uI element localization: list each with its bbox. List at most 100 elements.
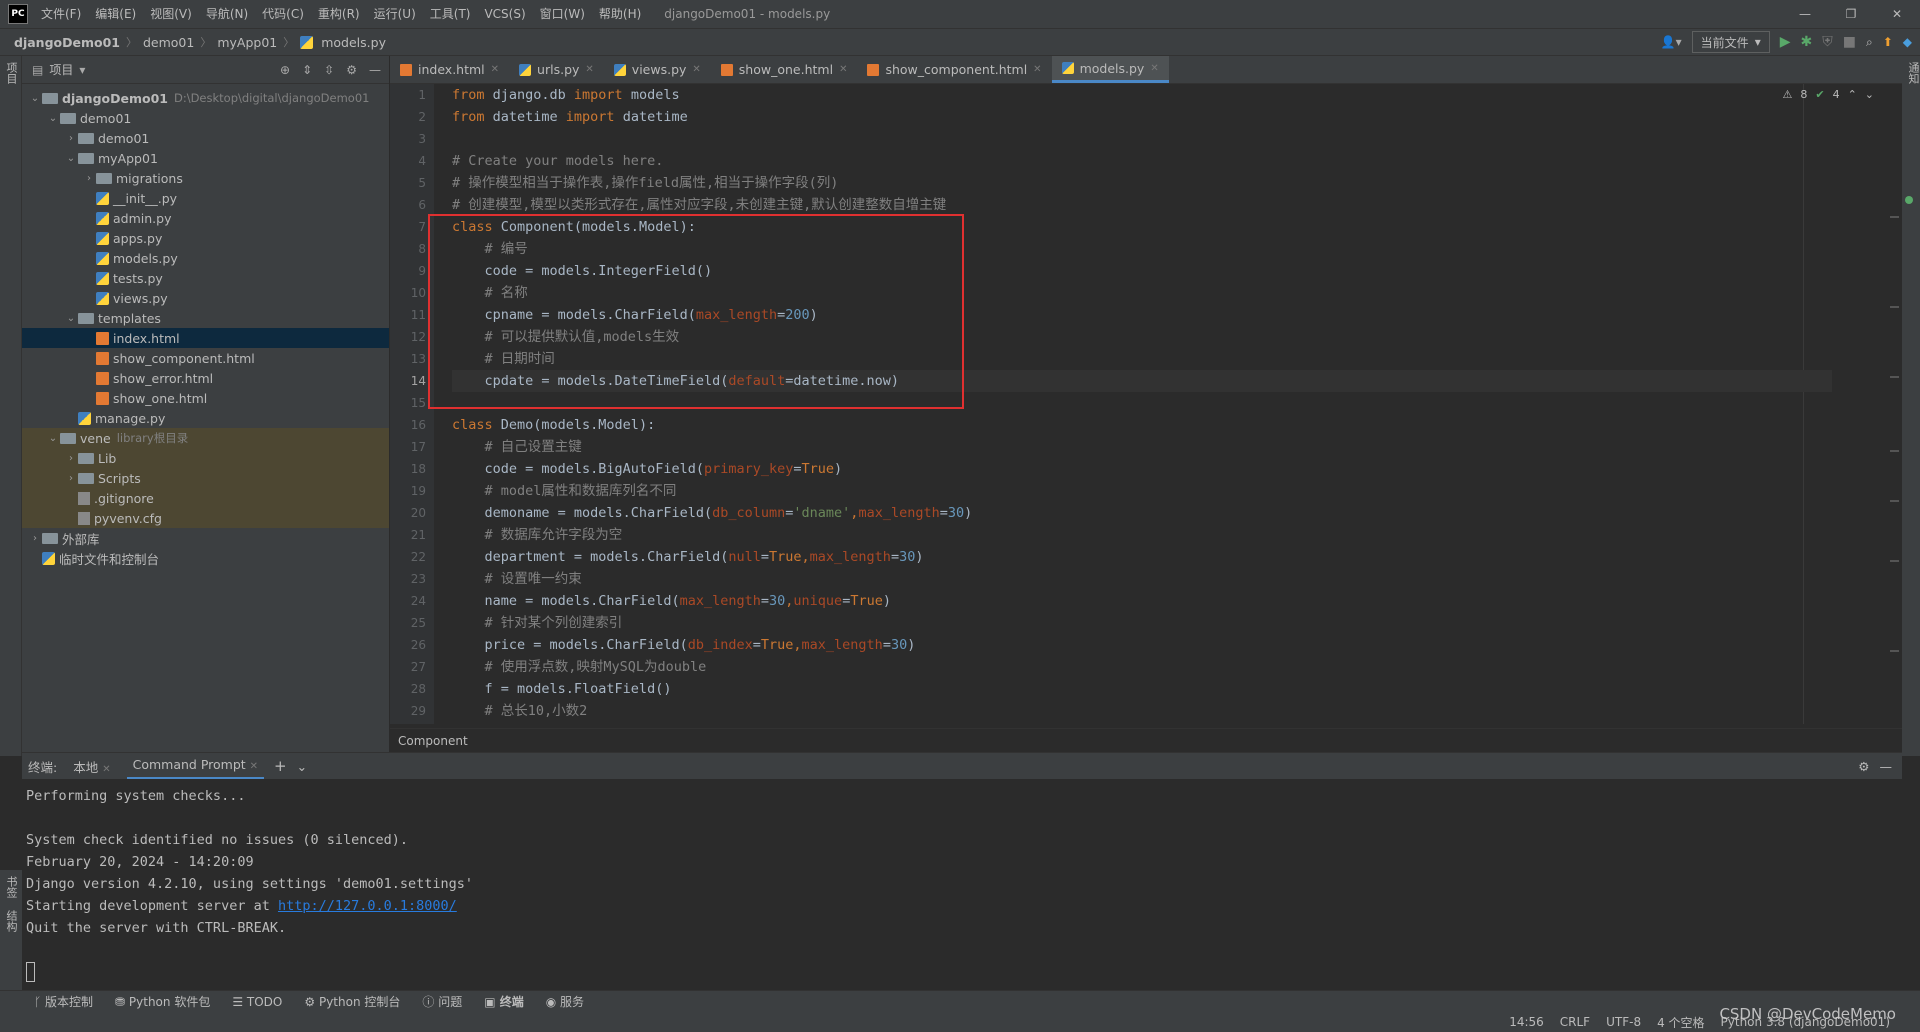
chevron-down-icon[interactable]: ⌄ bbox=[1865, 88, 1874, 101]
editor-tab[interactable]: views.py ✕ bbox=[604, 56, 711, 83]
tree-item[interactable]: ⌄ demo01 bbox=[22, 108, 389, 128]
tree-item[interactable]: apps.py bbox=[22, 228, 389, 248]
indent-setting[interactable]: 4 个空格 bbox=[1657, 1014, 1704, 1031]
tree-item[interactable]: manage.py bbox=[22, 408, 389, 428]
notifications-tool-button[interactable]: 通知 bbox=[1902, 56, 1920, 90]
tree-item[interactable]: ⌄ myApp01 bbox=[22, 148, 389, 168]
debug-icon[interactable]: ✱ bbox=[1801, 34, 1813, 50]
tree-item[interactable]: ⌄ djangoDemo01 D:\Desktop\digital\djangoDe… bbox=[22, 88, 389, 108]
search-icon[interactable]: ⌕ bbox=[1866, 35, 1873, 50]
breadcrumb-file[interactable]: models.py bbox=[317, 35, 390, 50]
menu-item[interactable]: 导航(N) bbox=[199, 0, 255, 28]
restore-icon[interactable]: ❐ bbox=[1828, 0, 1874, 28]
chevron-down-icon[interactable]: ⌄ bbox=[64, 313, 78, 324]
editor-tab[interactable]: urls.py ✕ bbox=[509, 56, 604, 83]
add-terminal-icon[interactable]: + bbox=[274, 757, 287, 775]
tool-window-button[interactable]: ◉ 服务 bbox=[546, 993, 584, 1010]
tree-item[interactable]: pyvenv.cfg bbox=[22, 508, 389, 528]
error-stripe[interactable] bbox=[1888, 90, 1900, 690]
menu-item[interactable]: 视图(V) bbox=[143, 0, 199, 28]
file-encoding[interactable]: UTF-8 bbox=[1606, 1015, 1641, 1029]
tree-item[interactable]: ⌄ templates bbox=[22, 308, 389, 328]
close-icon[interactable]: ✕ bbox=[1874, 0, 1920, 28]
run-icon[interactable]: ▶ bbox=[1780, 34, 1791, 50]
chevron-down-icon[interactable]: ⌄ bbox=[64, 153, 78, 164]
menu-item[interactable]: 文件(F) bbox=[34, 0, 88, 28]
close-icon[interactable]: ✕ bbox=[839, 64, 847, 75]
tree-item[interactable]: show_one.html bbox=[22, 388, 389, 408]
menu-item[interactable]: 重构(R) bbox=[311, 0, 367, 28]
project-panel-title[interactable]: 项目 bbox=[49, 61, 73, 78]
tree-item[interactable]: › migrations bbox=[22, 168, 389, 188]
close-icon[interactable]: ✕ bbox=[1033, 64, 1041, 75]
hide-icon[interactable]: — bbox=[1880, 759, 1893, 774]
menu-item[interactable]: 帮助(H) bbox=[592, 0, 648, 28]
locate-icon[interactable]: ⊕ bbox=[280, 63, 290, 77]
tree-item[interactable]: › Lib bbox=[22, 448, 389, 468]
tool-window-button[interactable]: ᚴ 版本控制 bbox=[34, 993, 93, 1010]
menu-item[interactable]: 工具(T) bbox=[423, 0, 478, 28]
collapse-all-icon[interactable]: ⇳ bbox=[324, 63, 334, 77]
tree-item[interactable]: index.html bbox=[22, 328, 389, 348]
terminal-tab-local[interactable]: 本地 ✕ bbox=[67, 757, 116, 776]
tool-window-button[interactable]: ⓘ 问题 bbox=[422, 993, 462, 1010]
chevron-right-icon[interactable]: › bbox=[64, 473, 78, 484]
terminal-tab-cmd[interactable]: Command Prompt ✕ bbox=[126, 753, 265, 779]
gear-icon[interactable]: ⚙ bbox=[346, 63, 357, 77]
chevron-down-icon[interactable]: ⌄ bbox=[46, 433, 60, 444]
tree-item[interactable]: › Scripts bbox=[22, 468, 389, 488]
expand-all-icon[interactable]: ⇕ bbox=[302, 63, 312, 77]
code-breadcrumb[interactable]: Component bbox=[390, 728, 1902, 752]
breadcrumb-myapp01[interactable]: myApp01 bbox=[213, 35, 281, 50]
menu-item[interactable]: VCS(S) bbox=[477, 0, 532, 28]
close-icon[interactable]: ✕ bbox=[1150, 63, 1158, 74]
breadcrumb-demo01[interactable]: demo01 bbox=[139, 35, 198, 50]
inspection-widget[interactable]: ⚠ 8 ✔ 4 ⌃ ⌄ bbox=[1782, 88, 1874, 101]
update-icon[interactable]: ⬆ bbox=[1883, 35, 1893, 49]
tree-item[interactable]: models.py bbox=[22, 248, 389, 268]
hide-icon[interactable]: — bbox=[369, 63, 381, 77]
jetbrains-icon[interactable]: ◆ bbox=[1903, 35, 1912, 49]
close-icon[interactable]: ✕ bbox=[491, 64, 499, 75]
tree-item[interactable]: › demo01 bbox=[22, 128, 389, 148]
tree-item[interactable]: tests.py bbox=[22, 268, 389, 288]
breadcrumb-project[interactable]: djangoDemo01 bbox=[10, 35, 124, 50]
menu-item[interactable]: 代码(C) bbox=[255, 0, 311, 28]
tree-item[interactable]: show_component.html bbox=[22, 348, 389, 368]
chevron-up-icon[interactable]: ⌃ bbox=[1848, 88, 1857, 101]
menu-item[interactable]: 窗口(W) bbox=[533, 0, 592, 28]
chevron-down-icon[interactable]: ▾ bbox=[79, 63, 85, 77]
close-icon[interactable]: ✕ bbox=[585, 64, 593, 75]
line-separator[interactable]: CRLF bbox=[1560, 1015, 1590, 1029]
structure-tool-button[interactable]: 结构 bbox=[0, 904, 22, 938]
editor-tab[interactable]: models.py ✕ bbox=[1051, 56, 1169, 83]
server-link[interactable]: http://127.0.0.1:8000/ bbox=[278, 898, 457, 914]
tool-window-button[interactable]: ⚙ Python 控制台 bbox=[304, 993, 400, 1010]
editor-tab[interactable]: show_one.html ✕ bbox=[711, 56, 858, 83]
close-icon[interactable]: ✕ bbox=[250, 761, 258, 772]
tree-item[interactable]: __init__.py bbox=[22, 188, 389, 208]
terminal-output[interactable]: Performing system checks... System check… bbox=[22, 779, 1902, 989]
tree-item[interactable]: views.py bbox=[22, 288, 389, 308]
editor-tab[interactable]: index.html ✕ bbox=[390, 56, 509, 83]
menu-item[interactable]: 运行(U) bbox=[367, 0, 423, 28]
tree-item[interactable]: admin.py bbox=[22, 208, 389, 228]
chevron-right-icon[interactable]: › bbox=[64, 453, 78, 464]
minimize-icon[interactable]: — bbox=[1782, 0, 1828, 28]
chevron-down-icon[interactable]: ⌄ bbox=[46, 113, 60, 124]
close-icon[interactable]: ✕ bbox=[692, 64, 700, 75]
project-tool-button[interactable]: 项目 bbox=[0, 56, 22, 90]
chevron-down-icon[interactable]: ⌄ bbox=[297, 759, 307, 774]
tool-window-button[interactable]: ⛃ Python 软件包 bbox=[115, 993, 210, 1010]
chevron-right-icon[interactable]: › bbox=[82, 173, 96, 184]
tree-item[interactable]: › 外部库 bbox=[22, 528, 389, 548]
tool-window-button[interactable]: ▣ 终端 bbox=[484, 993, 524, 1010]
editor-tab[interactable]: show_component.html ✕ bbox=[857, 56, 1051, 83]
chevron-right-icon[interactable]: › bbox=[28, 533, 42, 544]
run-config-dropdown[interactable]: 当前文件 ▾ bbox=[1691, 31, 1770, 53]
tree-item[interactable]: .gitignore bbox=[22, 488, 389, 508]
tool-window-button[interactable]: ☰ TODO bbox=[232, 995, 282, 1009]
tree-item[interactable]: ⌄ vene library根目录 bbox=[22, 428, 389, 448]
chevron-down-icon[interactable]: ⌄ bbox=[28, 93, 42, 104]
close-icon[interactable]: ✕ bbox=[102, 764, 110, 775]
